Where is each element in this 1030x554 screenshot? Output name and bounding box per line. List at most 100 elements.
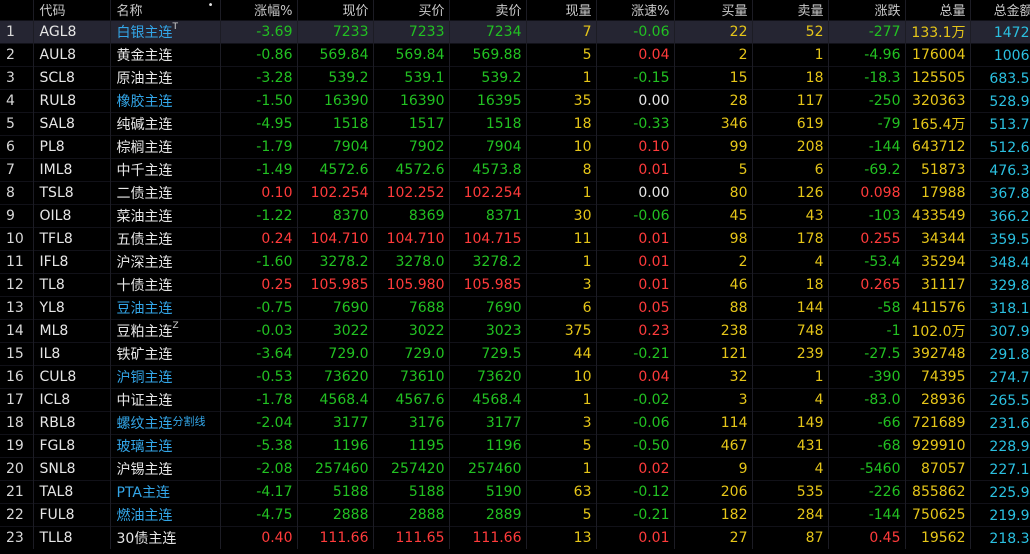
row-index: 16 bbox=[0, 364, 34, 388]
header-name-label: 名称 bbox=[116, 4, 143, 20]
header-ask[interactable]: 卖价 bbox=[449, 0, 527, 20]
bid-volume: 2 bbox=[674, 249, 753, 273]
row-index: 18 bbox=[0, 410, 34, 434]
total-amount: 225.9亿 bbox=[970, 479, 1030, 503]
contract-name-text[interactable]: 沪铜主连 bbox=[117, 370, 173, 386]
contract-name-text: 铁矿主连 bbox=[116, 346, 173, 363]
change-speed: -0.21 bbox=[596, 502, 675, 526]
table-row[interactable]: 8 TSL8 二债主连 0.10 102.254 102.252 102.254 1 0.00 8… bbox=[0, 180, 1030, 204]
ask-volume: 149 bbox=[752, 410, 829, 434]
total-amount: 528.9亿 bbox=[970, 88, 1030, 112]
header-price[interactable]: 现价 bbox=[297, 0, 374, 20]
bid-price: 5188 bbox=[373, 479, 450, 503]
table-row[interactable]: 5 SAL8 纯碱主连 -4.95 1518 1517 1518 18 -0.33 346 619-… bbox=[0, 111, 1030, 135]
contract-name-text[interactable]: 燃油主连 bbox=[117, 508, 173, 524]
contract-name-text[interactable]: 玻璃主连 bbox=[117, 439, 173, 455]
contract-name-text: 中证主连 bbox=[116, 392, 173, 409]
change-amount: -69.2 bbox=[828, 157, 906, 181]
header-ask-vol[interactable]: 卖量 bbox=[752, 0, 829, 20]
table-row[interactable]: 3 SCL8 原油主连 -3.28 539.2 539.1 539.2 1 -0.15 15 18-… bbox=[0, 65, 1030, 89]
table-row[interactable]: 7 IML8 中千主连 -1.49 4572.6 4572.6 4573.8 8 0.01 5 6-… bbox=[0, 157, 1030, 181]
table-row[interactable]: 9 OIL8 菜油主连 -1.22 8370 8369 8371 30 -0.06 45 43 -10… bbox=[0, 203, 1030, 227]
total-amount: 291.8亿 bbox=[970, 341, 1030, 365]
bid-volume: 32 bbox=[674, 364, 753, 388]
table-row[interactable]: 13 YL8 豆油主连 -0.75 7690 7688 7690 6 0.05 88 144 -58 4… bbox=[0, 295, 1030, 319]
header-total-amt[interactable]: 总金额↓ bbox=[970, 0, 1030, 20]
contract-code: SCL8 bbox=[33, 65, 111, 89]
change-amount: 0.098 bbox=[828, 180, 906, 204]
contract-code: TSL8 bbox=[33, 180, 111, 204]
contract-name: 中千主连 bbox=[110, 157, 221, 181]
table-row[interactable]: 2 AUL8 黄金主连 -0.86 569.84 569.84 569.88 5 0.04 2 1-… bbox=[0, 42, 1030, 66]
header-change-pct[interactable]: 涨幅% bbox=[220, 0, 298, 20]
contract-code: TAL8 bbox=[33, 479, 111, 503]
change-amount: -68 bbox=[828, 433, 906, 457]
ask-price: 104.715 bbox=[449, 226, 527, 250]
header-name[interactable]: 名称 • bbox=[110, 0, 221, 20]
header-change[interactable]: 涨跌 bbox=[828, 0, 906, 20]
table-row[interactable]: 20 SNL8 沪锡主连 -2.08 257460 257420 257460 1 0.02 9 4… bbox=[0, 456, 1030, 480]
ask-price: 7234 bbox=[449, 19, 527, 43]
current-volume: 35 bbox=[526, 88, 597, 112]
change-amount: -390 bbox=[828, 364, 906, 388]
table-row[interactable]: 23 TLL8 30债主连 0.40 111.66 111.65 111.66 13 0.01 2… bbox=[0, 525, 1030, 549]
header-code[interactable]: 代码 bbox=[33, 0, 111, 20]
ask-volume: 18 bbox=[752, 65, 829, 89]
contract-name-text[interactable]: 橡胶主连 bbox=[117, 94, 173, 110]
table-row[interactable]: 12 TL8 十债主连 0.25 105.985 105.980 105.985 3 0.01 4… bbox=[0, 272, 1030, 296]
header-speed[interactable]: 涨速% bbox=[596, 0, 675, 20]
change-amount: -277 bbox=[828, 19, 906, 43]
total-amount: 359.5亿 bbox=[970, 226, 1030, 250]
header-total-vol[interactable]: 总量 bbox=[905, 0, 971, 20]
contract-code: PL8 bbox=[33, 134, 111, 158]
change-pct: -5.38 bbox=[220, 433, 298, 457]
ask-price: 7904 bbox=[449, 134, 527, 158]
bid-volume: 5 bbox=[674, 157, 753, 181]
contract-name: 30债主连 bbox=[110, 525, 221, 549]
last-price: 104.710 bbox=[297, 226, 374, 250]
table-row[interactable]: 15 IL8 铁矿主连 -3.64 729.0 729.0 729.5 44 -0.21 121 2… bbox=[0, 341, 1030, 365]
ask-price: 105.985 bbox=[449, 272, 527, 296]
table-row[interactable]: 4 RUL8 橡胶主连 -1.50 16390 16390 16395 35 0.00 28 117… bbox=[0, 88, 1030, 112]
contract-name: 菜油主连 bbox=[110, 203, 221, 227]
contract-name-text[interactable]: PTA主连 bbox=[117, 485, 170, 501]
row-index: 14 bbox=[0, 318, 34, 342]
change-amount: -144 bbox=[828, 502, 906, 526]
table-row[interactable]: 1 AGL8 白银主连T -3.69 7233 7233 7234 7 -0.06 22 52 -27… bbox=[0, 19, 1030, 43]
header-bid[interactable]: 买价 bbox=[373, 0, 450, 20]
contract-name-text[interactable]: 豆油主连 bbox=[117, 301, 173, 317]
contract-code: OIL8 bbox=[33, 203, 111, 227]
ask-volume: 4 bbox=[752, 456, 829, 480]
table-row[interactable]: 21 TAL8 PTA主连 -4.17 5188 5188 5190 63 -0.12 206 53… bbox=[0, 479, 1030, 503]
bid-volume: 182 bbox=[674, 502, 753, 526]
table-row[interactable]: 16 CUL8 沪铜主连 -0.53 73620 73610 73620 10 0.04 32 1-… bbox=[0, 364, 1030, 388]
table-row[interactable]: 17 ICL8 中证主连 -1.78 4568.4 4567.6 4568.4 1 -0.02 3… bbox=[0, 387, 1030, 411]
table-row[interactable]: 18 RBL8 螺纹主连分割线 -2.04 3177 3176 3177 3 -0.06 114 1… bbox=[0, 410, 1030, 434]
total-volume: 855862 bbox=[905, 479, 971, 503]
total-amount: 219.9亿 bbox=[970, 502, 1030, 526]
total-volume: 19562 bbox=[905, 525, 971, 549]
last-price: 102.254 bbox=[297, 180, 374, 204]
change-pct: -1.49 bbox=[220, 157, 298, 181]
contract-code: TL8 bbox=[33, 272, 111, 296]
contract-name-text[interactable]: 螺纹主连 bbox=[117, 416, 173, 432]
contract-name-text: 十债主连 bbox=[116, 277, 173, 294]
header-bid-vol[interactable]: 买量 bbox=[674, 0, 753, 20]
table-row[interactable]: 6 PL8 棕榈主连 -1.79 7904 7902 7904 10 0.10 99 208 -144… bbox=[0, 134, 1030, 158]
current-volume: 1 bbox=[526, 249, 597, 273]
total-amount: 307.9亿 bbox=[970, 318, 1030, 342]
table-row[interactable]: 22 FUL8 燃油主连 -4.75 2888 2888 2889 5 -0.21 182 284-… bbox=[0, 502, 1030, 526]
table-row[interactable]: 11 IFL8 沪深主连 -1.60 3278.2 3278.0 3278.2 1 0.01 2 4… bbox=[0, 249, 1030, 273]
contract-name-text[interactable]: 白银主连 bbox=[117, 25, 173, 41]
ask-price: 73620 bbox=[449, 364, 527, 388]
contract-code: AUL8 bbox=[33, 42, 111, 66]
ask-price: 729.5 bbox=[449, 341, 527, 365]
total-volume: 433549 bbox=[905, 203, 971, 227]
table-row[interactable]: 19 FGL8 玻璃主连 -5.38 1196 1195 1196 5 -0.50 467 431-… bbox=[0, 433, 1030, 457]
header-cur-vol[interactable]: 现量 bbox=[526, 0, 597, 20]
ask-price: 8371 bbox=[449, 203, 527, 227]
table-row[interactable]: 14 ML8 豆粕主连Z -0.03 3022 3022 3023 375 0.23 238 748… bbox=[0, 318, 1030, 342]
contract-code: ICL8 bbox=[33, 387, 111, 411]
change-amount: -1 bbox=[828, 318, 906, 342]
table-row[interactable]: 10 TFL8 五债主连 0.24 104.710 104.710 104.715 11 0.0… bbox=[0, 226, 1030, 250]
